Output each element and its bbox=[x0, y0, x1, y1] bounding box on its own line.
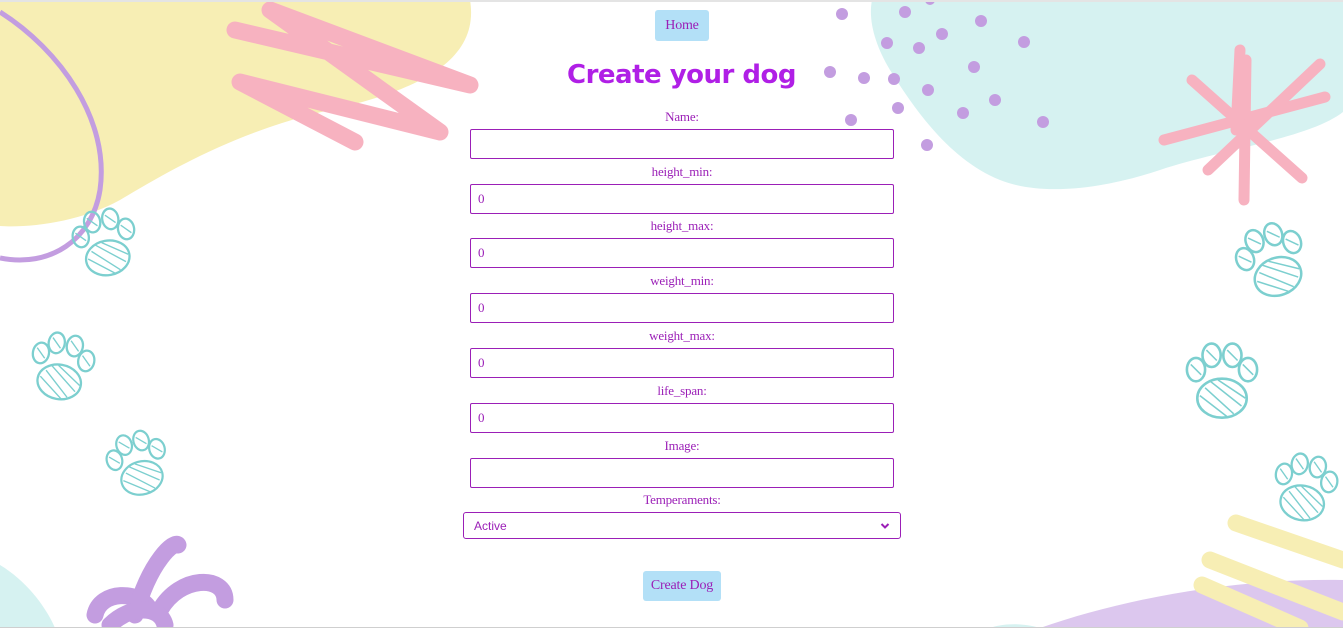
temperaments-label: Temperaments: bbox=[643, 492, 721, 507]
weight-max-label: weight_max: bbox=[649, 328, 715, 343]
weight-max-field[interactable] bbox=[470, 348, 894, 378]
image-label: Image: bbox=[664, 438, 700, 453]
height-min-label: height_min: bbox=[651, 164, 713, 179]
name-label: Name: bbox=[665, 109, 699, 124]
life-span-field[interactable] bbox=[470, 403, 894, 433]
chevron-down-icon bbox=[880, 522, 890, 529]
home-button[interactable]: Home bbox=[655, 10, 709, 41]
temperaments-select[interactable]: Active bbox=[463, 512, 901, 539]
name-field[interactable] bbox=[470, 129, 894, 159]
height-max-field[interactable] bbox=[470, 238, 894, 268]
top-border bbox=[0, 0, 1343, 2]
weight-min-label: weight_min: bbox=[650, 273, 714, 288]
create-dog-button[interactable]: Create Dog bbox=[643, 571, 721, 601]
image-field[interactable] bbox=[470, 458, 894, 488]
temperaments-selected-value: Active bbox=[474, 518, 507, 533]
page-title: Create your dog bbox=[567, 60, 796, 90]
weight-min-field[interactable] bbox=[470, 293, 894, 323]
height-min-field[interactable] bbox=[470, 184, 894, 214]
height-max-label: height_max: bbox=[650, 218, 714, 233]
life-span-label: life_span: bbox=[657, 383, 707, 398]
